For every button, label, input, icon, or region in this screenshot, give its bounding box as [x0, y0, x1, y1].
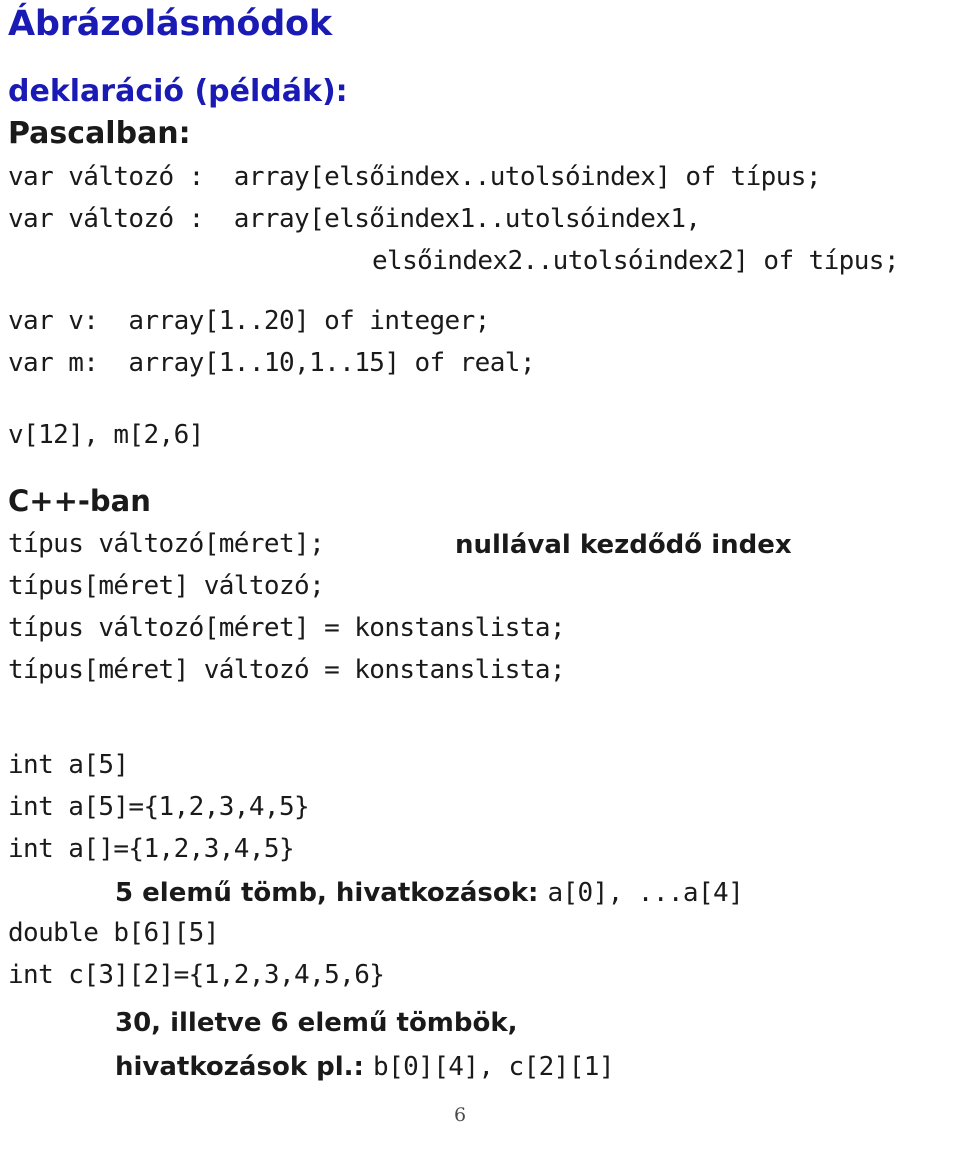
note-thirty-text: hivatkozások pl.:	[115, 1052, 374, 1082]
pascal-reference-line: v[12], m[2,6]	[8, 420, 204, 450]
note-five-element-array: 5 elemű tömb, hivatkozások: a[0], ...a[4…	[115, 878, 744, 908]
cpp-example-line-5: int c[3][2]={1,2,3,4,5,6}	[8, 960, 385, 990]
pascal-code-line-3: elsőindex2..utolsóindex2] of típus;	[372, 246, 899, 276]
cpp-syntax-line-1: típus változó[méret];	[8, 529, 325, 559]
cpp-example-line-4: double b[6][5]	[8, 918, 219, 948]
subheading-declaration: deklaráció (példák):	[8, 74, 348, 109]
cpp-example-line-1: int a[5]	[8, 750, 129, 780]
note-thirty-reference-examples: b[0][4], c[2][1]	[373, 1052, 614, 1082]
pascal-code-line-5: var m: array[1..10,1..15] of real;	[8, 348, 535, 378]
slide-canvas: Ábrázolásmódok deklaráció (példák): Pasc…	[0, 0, 960, 1150]
cpp-example-line-2: int a[5]={1,2,3,4,5}	[8, 792, 310, 822]
note-thirty-references: hivatkozások pl.: b[0][4], c[2][1]	[115, 1052, 614, 1082]
pascal-code-line-1: var változó : array[elsőindex..utolsóind…	[8, 162, 821, 192]
note-five-element-references: a[0], ...a[4]	[547, 878, 744, 908]
cpp-syntax-line-2: típus[méret] változó;	[8, 571, 325, 601]
pascal-code-line-4: var v: array[1..20] of integer;	[8, 306, 490, 336]
note-five-element-text: 5 elemű tömb, hivatkozások:	[115, 878, 548, 908]
cpp-example-line-3: int a[]={1,2,3,4,5}	[8, 834, 295, 864]
page-title: Ábrázolásmódok	[8, 4, 332, 44]
subheading-pascal: Pascalban:	[8, 116, 191, 151]
page-number: 6	[453, 1104, 467, 1126]
note-zero-based-index: nullával kezdődő index	[455, 530, 792, 560]
section-heading-cpp: C++-ban	[8, 484, 151, 518]
cpp-syntax-line-3: típus változó[méret] = konstanslista;	[8, 613, 566, 643]
note-thirty-element-arrays: 30, illetve 6 elemű tömbök,	[115, 1008, 518, 1038]
cpp-syntax-line-4: típus[méret] változó = konstanslista;	[8, 655, 566, 685]
pascal-code-line-2: var változó : array[elsőindex1..utolsóin…	[8, 204, 701, 234]
